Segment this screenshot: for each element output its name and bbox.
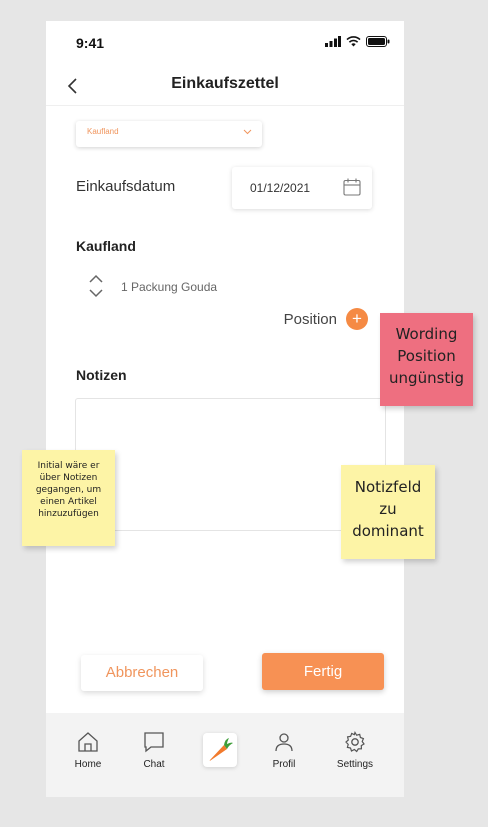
home-icon bbox=[78, 732, 98, 752]
note-line: gegangen, um bbox=[35, 485, 102, 495]
add-position-label: Position bbox=[283, 310, 337, 328]
nav-header: Einkaufszettel bbox=[46, 67, 404, 106]
cancel-button[interactable]: Abbrechen bbox=[81, 655, 203, 691]
tab-chat[interactable]: Chat bbox=[126, 730, 182, 770]
calendar-icon[interactable] bbox=[343, 178, 361, 196]
date-label: Einkaufsdatum bbox=[76, 178, 176, 195]
tab-profil[interactable]: Profil bbox=[256, 730, 312, 770]
annotation-note-initial: Initial wäre er über Notizen gegangen, u… bbox=[22, 450, 115, 546]
note-line: über Notizen bbox=[39, 473, 98, 483]
note-line: zu bbox=[379, 500, 397, 518]
wifi-icon bbox=[346, 36, 361, 47]
store-dropdown-value: Kaufland bbox=[87, 127, 119, 136]
gear-icon bbox=[345, 731, 365, 753]
tab-profil-label: Profil bbox=[272, 759, 296, 770]
chevron-down-icon bbox=[243, 129, 252, 135]
list-item-label: 1 Packung Gouda bbox=[121, 280, 218, 294]
signal-icon bbox=[325, 36, 341, 47]
tab-chat-label: Chat bbox=[143, 759, 165, 770]
tab-carrot[interactable] bbox=[203, 733, 237, 767]
note-line: Notizfeld bbox=[354, 478, 422, 496]
tab-settings-label: Settings bbox=[336, 759, 374, 770]
status-icons bbox=[325, 36, 390, 47]
status-time: 9:41 bbox=[76, 35, 105, 51]
annotation-note-notizfeld: Notizfeld zu dominant bbox=[341, 465, 435, 559]
store-dropdown[interactable]: Kaufland bbox=[76, 121, 262, 147]
reorder-icon[interactable] bbox=[88, 274, 104, 298]
chat-icon bbox=[144, 732, 164, 753]
note-line: dominant bbox=[352, 522, 424, 540]
battery-icon bbox=[366, 36, 390, 47]
date-picker[interactable]: 01/12/2021 bbox=[232, 167, 372, 209]
list-item: 1 Packung Gouda bbox=[88, 274, 368, 298]
done-button[interactable]: Fertig bbox=[262, 653, 384, 690]
tab-home-label: Home bbox=[74, 759, 102, 770]
annotation-note-wording: Wording Position ungünstig bbox=[380, 313, 473, 406]
note-line: Position bbox=[397, 347, 456, 365]
note-line: ungünstig bbox=[389, 369, 464, 387]
phone-screen: 9:41 Einkaufszettel Kaufland Einkaufsdat… bbox=[46, 21, 404, 797]
tab-home[interactable]: Home bbox=[60, 730, 116, 770]
note-line: einen Artikel bbox=[40, 497, 97, 507]
note-line: hinzuzufügen bbox=[38, 509, 99, 519]
store-section-title: Kaufland bbox=[76, 238, 136, 254]
plus-icon[interactable]: + bbox=[346, 308, 368, 330]
note-line: Wording bbox=[395, 325, 458, 343]
tab-bar: Home Chat Profil Settings bbox=[46, 713, 404, 797]
notes-textarea[interactable] bbox=[75, 398, 386, 531]
carrot-icon bbox=[209, 738, 233, 761]
add-position-button[interactable]: Position + bbox=[284, 308, 368, 330]
page-title: Einkaufszettel bbox=[171, 75, 279, 92]
profile-icon bbox=[275, 733, 293, 752]
tab-settings[interactable]: Settings bbox=[327, 730, 383, 770]
date-value: 01/12/2021 bbox=[250, 181, 311, 195]
note-line: Initial wäre er bbox=[37, 461, 100, 471]
notes-label: Notizen bbox=[76, 367, 127, 383]
